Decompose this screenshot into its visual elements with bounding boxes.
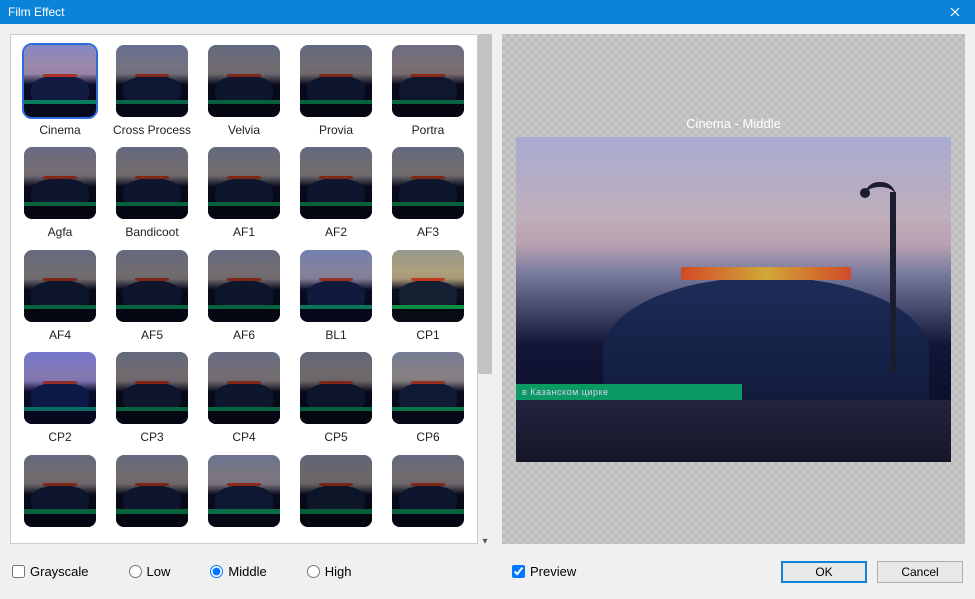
preview-title: Cinema - Middle <box>686 116 781 131</box>
effect-cell-row20[interactable] <box>19 453 101 535</box>
effect-thumb <box>22 453 98 529</box>
effect-label: CP5 <box>324 430 347 444</box>
titlebar: Film Effect <box>0 0 975 24</box>
effect-cell-row24[interactable] <box>387 453 469 535</box>
effect-cell-cp5[interactable]: CP5 <box>295 350 377 446</box>
effect-cell-row22[interactable] <box>203 453 285 535</box>
preview-image: в Казанском цирке <box>516 137 951 462</box>
effect-thumb <box>22 350 98 426</box>
effect-cell-cp1[interactable]: CP1 <box>387 248 469 344</box>
effect-thumb <box>298 145 374 221</box>
effect-thumb <box>390 43 466 119</box>
effect-thumb <box>206 248 282 324</box>
effect-thumb <box>206 145 282 221</box>
effect-cell-af2[interactable]: AF2 <box>295 145 377 241</box>
effect-cell-bl1[interactable]: BL1 <box>295 248 377 344</box>
effects-panel: Cinema Cross Process Velvia Provia <box>10 34 492 544</box>
effect-cell-cp3[interactable]: CP3 <box>111 350 193 446</box>
effect-thumb <box>390 350 466 426</box>
intensity-high-label: High <box>325 564 352 579</box>
grayscale-checkbox[interactable]: Grayscale <box>12 564 89 579</box>
effect-thumb <box>298 350 374 426</box>
content-area: Cinema Cross Process Velvia Provia <box>0 24 975 554</box>
effect-cell-af1[interactable]: AF1 <box>203 145 285 241</box>
intensity-low-radio[interactable]: Low <box>129 564 171 579</box>
effect-label: CP6 <box>416 430 439 444</box>
effect-thumb <box>298 248 374 324</box>
preview-panel: Cinema - Middle в Казанском цирке <box>502 34 965 544</box>
effects-grid-wrap: Cinema Cross Process Velvia Provia <box>10 34 478 544</box>
intensity-low-label: Low <box>147 564 171 579</box>
effect-label: AF6 <box>233 328 255 342</box>
effect-thumb <box>114 43 190 119</box>
effect-thumb <box>114 350 190 426</box>
effect-thumb <box>114 453 190 529</box>
effect-label: BL1 <box>325 328 346 342</box>
ok-button[interactable]: OK <box>781 561 867 583</box>
effect-label: Agfa <box>48 225 73 239</box>
window-title: Film Effect <box>8 5 64 19</box>
effect-cell-af3[interactable]: AF3 <box>387 145 469 241</box>
preview-label: Preview <box>530 564 576 579</box>
effect-thumb <box>298 43 374 119</box>
effect-thumb <box>22 248 98 324</box>
effect-cell-af4[interactable]: AF4 <box>19 248 101 344</box>
effect-cell-bandicoot[interactable]: Bandicoot <box>111 145 193 241</box>
effect-thumb <box>22 43 98 119</box>
effect-label: CP3 <box>140 430 163 444</box>
footer: Grayscale Low Middle High Preview OK Can… <box>0 554 975 589</box>
effect-cell-af6[interactable]: AF6 <box>203 248 285 344</box>
effect-label: AF1 <box>233 225 255 239</box>
effect-cell-row23[interactable] <box>295 453 377 535</box>
intensity-high-radio[interactable]: High <box>307 564 352 579</box>
effect-label: AF4 <box>49 328 71 342</box>
effect-label: AF2 <box>325 225 347 239</box>
effect-label: Provia <box>319 123 353 137</box>
cancel-button[interactable]: Cancel <box>877 561 963 583</box>
effect-cell-cp6[interactable]: CP6 <box>387 350 469 446</box>
grayscale-label: Grayscale <box>30 564 89 579</box>
effect-cell-af5[interactable]: AF5 <box>111 248 193 344</box>
effects-grid: Cinema Cross Process Velvia Provia <box>19 43 477 535</box>
effect-label: CP2 <box>48 430 71 444</box>
scrollbar[interactable]: ▴ ▾ <box>478 34 492 544</box>
effect-label: AF5 <box>141 328 163 342</box>
effect-cell-cross-process[interactable]: Cross Process <box>111 43 193 139</box>
close-icon <box>950 7 960 17</box>
effect-cell-row21[interactable] <box>111 453 193 535</box>
effect-cell-cp2[interactable]: CP2 <box>19 350 101 446</box>
effect-label: Bandicoot <box>125 225 178 239</box>
effect-cell-cp4[interactable]: CP4 <box>203 350 285 446</box>
intensity-middle-label: Middle <box>228 564 266 579</box>
effect-label: Portra <box>412 123 445 137</box>
effect-cell-velvia[interactable]: Velvia <box>203 43 285 139</box>
effect-label: AF3 <box>417 225 439 239</box>
preview-checkbox[interactable]: Preview <box>512 564 576 579</box>
effect-thumb <box>22 145 98 221</box>
effect-label: Cross Process <box>113 123 191 137</box>
effect-cell-provia[interactable]: Provia <box>295 43 377 139</box>
effect-thumb <box>114 248 190 324</box>
effect-label: Cinema <box>39 123 80 137</box>
effect-cell-cinema[interactable]: Cinema <box>19 43 101 139</box>
scroll-thumb[interactable] <box>478 34 492 374</box>
intensity-middle-radio[interactable]: Middle <box>210 564 266 579</box>
effect-thumb <box>206 453 282 529</box>
effect-thumb <box>390 248 466 324</box>
effect-label: CP1 <box>416 328 439 342</box>
effect-thumb <box>206 350 282 426</box>
effect-thumb <box>390 145 466 221</box>
effect-thumb <box>390 453 466 529</box>
effect-cell-agfa[interactable]: Agfa <box>19 145 101 241</box>
effect-label: CP4 <box>232 430 255 444</box>
close-button[interactable] <box>935 0 975 24</box>
effect-thumb <box>206 43 282 119</box>
scroll-down-button[interactable]: ▾ <box>478 534 492 548</box>
effect-label: Velvia <box>228 123 260 137</box>
effect-thumb <box>298 453 374 529</box>
effect-thumb <box>114 145 190 221</box>
effect-cell-portra[interactable]: Portra <box>387 43 469 139</box>
